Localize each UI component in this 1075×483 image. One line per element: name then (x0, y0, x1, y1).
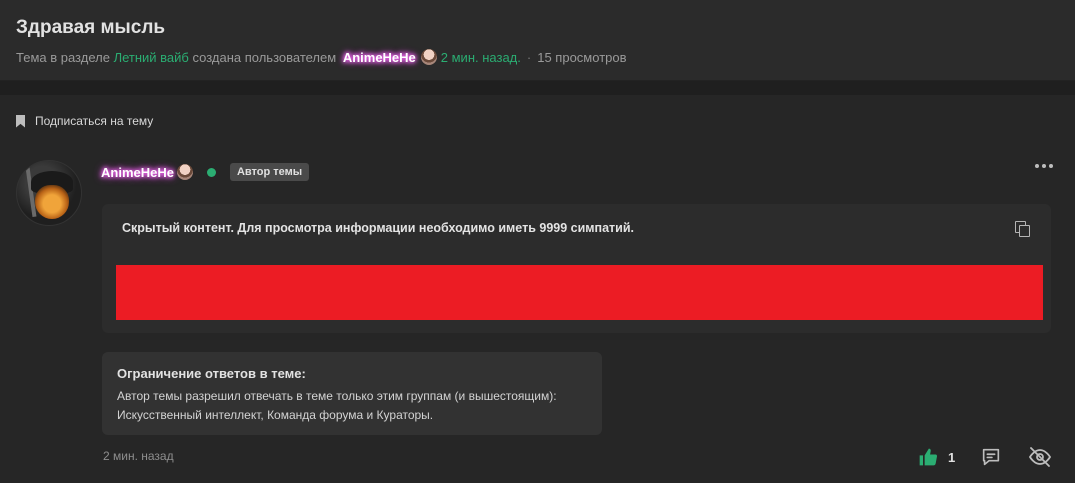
thread-header: Здравая мысль Тема в разделе Летний вайб… (0, 0, 1075, 81)
online-status-icon (206, 167, 216, 177)
avatar[interactable] (16, 160, 82, 226)
header-divider (0, 81, 1075, 95)
post-actions: 1 (918, 443, 1052, 471)
user-emoji-icon (176, 164, 193, 180)
separator-dot: · (526, 49, 532, 65)
thread-time[interactable]: 2 мин. назад. (441, 50, 521, 65)
section-link[interactable]: Летний вайб (114, 50, 189, 65)
subscribe-button[interactable]: Подписаться на тему (16, 114, 153, 128)
reply-restriction-box: Ограничение ответов в теме: Автор темы р… (102, 352, 602, 435)
subscribe-label: Подписаться на тему (35, 114, 154, 128)
like-count: 1 (948, 449, 956, 465)
meta-created-by: создана пользователем (192, 49, 337, 65)
hidden-content-text: Скрытый контент. Для просмотра информаци… (122, 221, 634, 235)
bookmark-icon (16, 114, 25, 128)
comment-icon[interactable] (980, 446, 1002, 468)
eye-off-icon[interactable] (1028, 445, 1052, 469)
meta-prefix: Тема в разделе (16, 49, 110, 65)
post-author-name[interactable]: AnimeHeHe (101, 165, 174, 180)
post-author-row: AnimeHeHe Автор темы (101, 163, 310, 181)
hidden-content-bar (116, 265, 1043, 320)
post-time[interactable]: 2 мин. назад (103, 449, 174, 463)
author-badge: Автор темы (229, 163, 310, 181)
copy-icon[interactable] (1015, 221, 1031, 237)
thread-title: Здравая мысль (16, 17, 166, 38)
like-button[interactable]: 1 (918, 447, 955, 467)
thread-meta: Тема в разделе Летний вайб создана польз… (16, 49, 627, 65)
restriction-title: Ограничение ответов в теме: (117, 366, 306, 381)
thumbs-up-icon (919, 448, 938, 466)
thread-author-link[interactable]: AnimeHeHe (343, 50, 416, 65)
more-icon[interactable] (1035, 164, 1053, 168)
view-count: 15 просмотров (537, 49, 627, 65)
hidden-content-box: Скрытый контент. Для просмотра информаци… (102, 204, 1051, 333)
restriction-text: Автор темы разрешил отвечать в теме толь… (117, 389, 557, 422)
user-emoji-icon (420, 49, 437, 65)
